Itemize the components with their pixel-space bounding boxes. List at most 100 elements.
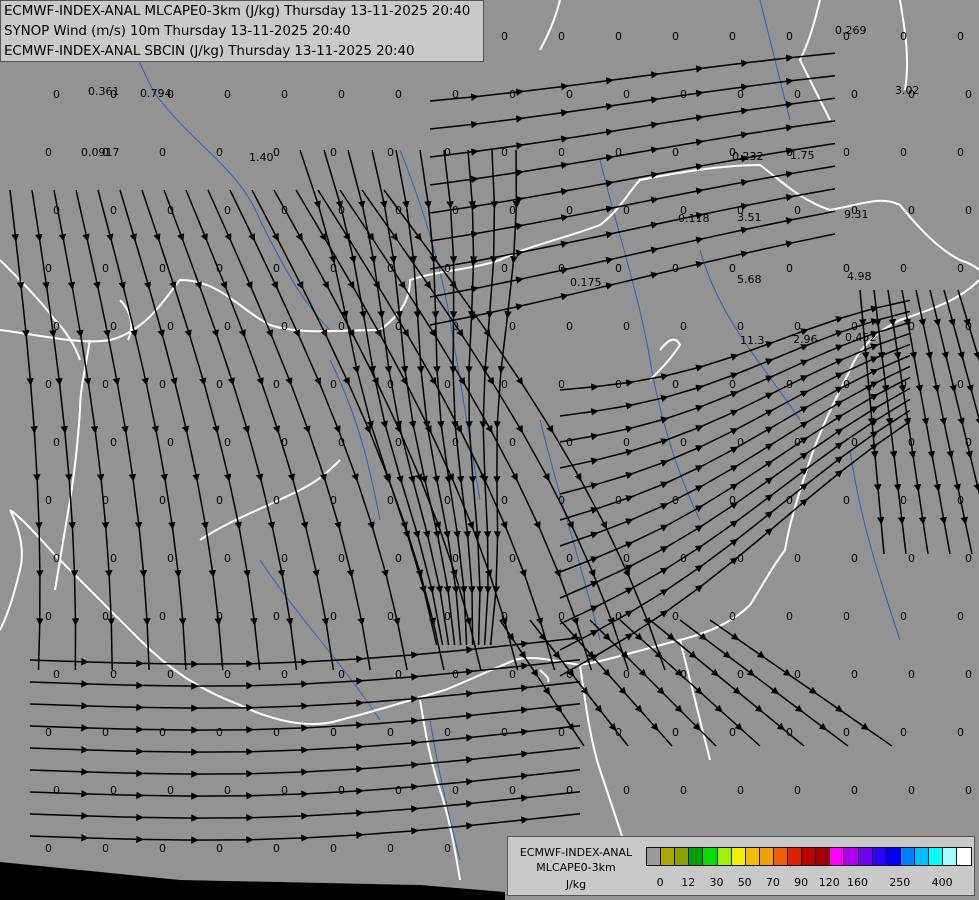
- grid-value-zero: 0: [273, 494, 280, 507]
- grid-value-zero: 0: [273, 610, 280, 623]
- grid-value-zero: 0: [110, 320, 117, 333]
- streamline-map: 0 0 0 0 0 0 0 0 0 0 0 0 0 0 0 0 0 0 0 0 0 0 0 0 0 0 0 0 0 0 0 0 0 0 0 0 0 0 0 0…: [0, 0, 979, 900]
- grid-value-zero: 0: [786, 610, 793, 623]
- grid-value-zero: 0: [273, 262, 280, 275]
- grid-value-zero: 0: [53, 88, 60, 101]
- legend-tick-label: 120: [818, 876, 840, 889]
- grid-value-zero: 0: [53, 668, 60, 681]
- grid-value-zero: 0: [615, 494, 622, 507]
- grid-value-zero: 0: [957, 726, 964, 739]
- grid-value-zero: 0: [737, 552, 744, 565]
- grid-value-zero: 0: [387, 494, 394, 507]
- grid-value-zero: 0: [680, 552, 687, 565]
- grid-value-zero: 0: [387, 842, 394, 855]
- grid-value-zero: 0: [444, 610, 451, 623]
- legend-tick-label: 30: [709, 876, 724, 889]
- grid-value-zero: 0: [566, 784, 573, 797]
- color-legend: ECMWF-INDEX-ANAL MLCAPE0-3km J/kg 0 12 30 5…: [507, 836, 975, 896]
- grid-value-zero: 0: [623, 784, 630, 797]
- grid-value-zero: 0: [330, 146, 337, 159]
- weather-map-viewer: 0 0 0 0 0 0 0 0 0 0 0 0 0 0 0 0 0 0 0 0 0 0 0 0 0 0 0 0 0 0 0 0 0 0 0 0 0 0 0 0…: [0, 0, 979, 900]
- grid-value-zero: 0: [965, 668, 972, 681]
- grid-value-zero: 0: [558, 494, 565, 507]
- grid-value-zero: 0: [224, 668, 231, 681]
- grid-value-zero: 0: [452, 436, 459, 449]
- grid-value-zero: 0: [680, 436, 687, 449]
- grid-value-zero: 0: [672, 262, 679, 275]
- grid-value-zero: 0: [452, 88, 459, 101]
- grid-value-zero: 0: [965, 204, 972, 217]
- grid-value-zero: 0: [110, 784, 117, 797]
- grid-value-zero: 0: [338, 436, 345, 449]
- grid-value-zero: 0: [338, 88, 345, 101]
- map-value-label: 9.31: [844, 208, 869, 221]
- grid-value-zero: 0: [615, 146, 622, 159]
- grid-value-zero: 0: [957, 262, 964, 275]
- legend-tick-label: 250: [889, 876, 911, 889]
- grid-value-zero: 0: [395, 88, 402, 101]
- title-synop-wind: SYNOP Wind (m/s) 10m Thursday 13-11-2025…: [4, 23, 351, 39]
- grid-value-zero: 0: [444, 726, 451, 739]
- legend-unit: J/kg: [565, 878, 587, 891]
- map-value-label: 0.232: [732, 150, 764, 163]
- grid-value-zero: 0: [159, 610, 166, 623]
- grid-value-zero: 0: [851, 552, 858, 565]
- grid-value-zero: 0: [615, 262, 622, 275]
- grid-value-zero: 0: [45, 378, 52, 391]
- grid-value-zero: 0: [444, 262, 451, 275]
- grid-value-zero: 0: [558, 610, 565, 623]
- grid-value-zero: 0: [330, 726, 337, 739]
- grid-value-zero: 0: [281, 436, 288, 449]
- grid-value-zero: 0: [851, 88, 858, 101]
- grid-value-zero: 0: [387, 726, 394, 739]
- grid-value-zero: 0: [444, 494, 451, 507]
- title-sbcin: ECMWF-INDEX-ANAL SBCIN (J/kg) Thursday 1…: [4, 43, 415, 59]
- grid-value-zero: 0: [330, 494, 337, 507]
- grid-value-zero: 0: [167, 320, 174, 333]
- grid-value-zero: 0: [680, 668, 687, 681]
- legend-tick-label: 160: [847, 876, 868, 889]
- grid-value-zero: 0: [566, 552, 573, 565]
- grid-value-zero: 0: [509, 436, 516, 449]
- grid-value-zero: 0: [216, 494, 223, 507]
- title-mlcape: ECMWF-INDEX-ANAL MLCAPE0-3km (J/kg) Thur…: [4, 3, 471, 19]
- map-value-label: 11.3: [740, 334, 765, 347]
- grid-value-zero: 0: [216, 842, 223, 855]
- grid-value-zero: 0: [794, 668, 801, 681]
- map-value-label: 3.02: [895, 84, 920, 97]
- grid-value-zero: 0: [444, 842, 451, 855]
- grid-value-zero: 0: [452, 668, 459, 681]
- grid-value-zero: 0: [102, 378, 109, 391]
- grid-value-zero: 0: [900, 378, 907, 391]
- grid-value-zero: 0: [615, 378, 622, 391]
- grid-value-zero: 0: [623, 204, 630, 217]
- grid-value-zero: 0: [566, 204, 573, 217]
- grid-value-zero: 0: [444, 378, 451, 391]
- grid-value-zero: 0: [680, 784, 687, 797]
- grid-value-zero: 0: [566, 320, 573, 333]
- grid-value-zero: 0: [338, 552, 345, 565]
- grid-value-zero: 0: [509, 320, 516, 333]
- grid-value-zero: 0: [794, 204, 801, 217]
- grid-value-zero: 0: [672, 378, 679, 391]
- grid-value-zero: 0: [102, 610, 109, 623]
- grid-value-zero: 0: [843, 610, 850, 623]
- grid-value-zero: 0: [786, 378, 793, 391]
- grid-value-zero: 0: [45, 146, 52, 159]
- grid-value-zero: 0: [159, 726, 166, 739]
- grid-value-zero: 0: [224, 204, 231, 217]
- grid-value-zero: 0: [338, 204, 345, 217]
- grid-value-zero: 0: [729, 610, 736, 623]
- grid-value-zero: 0: [216, 262, 223, 275]
- grid-value-zero: 0: [623, 320, 630, 333]
- grid-value-zero: 0: [843, 146, 850, 159]
- grid-value-zero: 0: [957, 378, 964, 391]
- map-value-label: 0.0917: [81, 146, 120, 159]
- grid-value-zero: 0: [900, 726, 907, 739]
- grid-value-zero: 0: [110, 436, 117, 449]
- grid-value-zero: 0: [965, 436, 972, 449]
- grid-value-zero: 0: [566, 436, 573, 449]
- grid-value-zero: 0: [281, 320, 288, 333]
- grid-value-zero: 0: [786, 30, 793, 43]
- grid-value-zero: 0: [387, 378, 394, 391]
